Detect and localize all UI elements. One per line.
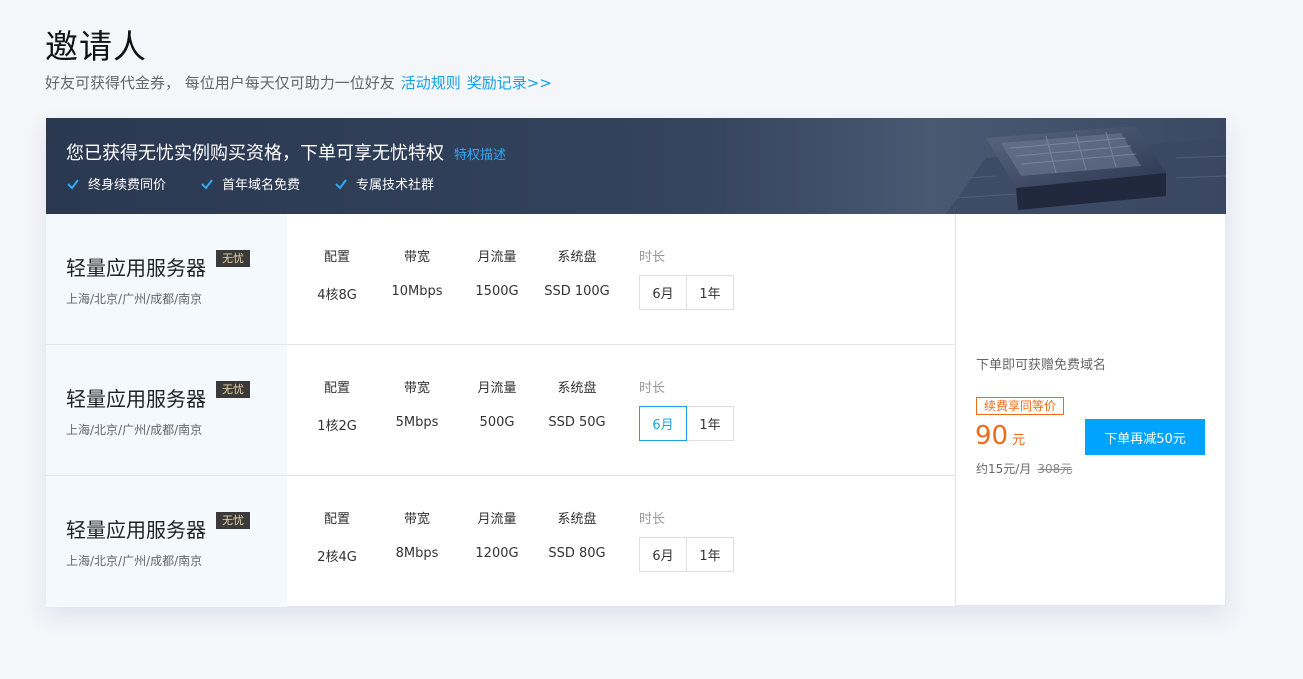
duration-option[interactable]: 1年 bbox=[686, 537, 734, 572]
duration-option[interactable]: 6月 bbox=[639, 537, 687, 572]
spec-label-config: 配置 bbox=[323, 250, 350, 265]
order-summary: 下单即可获赠免费域名 续费享同等价 90 元 约15元/月 308元 下单再减50元 bbox=[955, 214, 1226, 606]
spec-label-config: 配置 bbox=[323, 381, 350, 396]
product-info: 轻量应用服务器 无忧 上海/北京/广州/成都/南京 bbox=[46, 345, 287, 475]
duration-option[interactable]: 1年 bbox=[686, 275, 734, 310]
product-badge: 无忧 bbox=[216, 512, 250, 529]
privilege-desc-link[interactable]: 特权描述 bbox=[454, 148, 506, 163]
spec-value-traffic: 1500G bbox=[475, 284, 519, 299]
duration-label: 时长 bbox=[639, 250, 666, 265]
product-row[interactable]: 轻量应用服务器 无忧 上海/北京/广州/成都/南京 配置 4核8G 带宽 10M… bbox=[46, 214, 956, 345]
subtitle-text: 好友可获得代金券， 每位用户每天仅可助力一位好友 bbox=[45, 74, 395, 92]
spec-value-config: 2核4G bbox=[317, 550, 357, 565]
product-row[interactable]: 轻量应用服务器 无忧 上海/北京/广州/成都/南京 配置 1核2G 带宽 5Mb… bbox=[46, 345, 956, 476]
monthly-price: 约15元/月 308元 bbox=[976, 460, 1072, 477]
price: 90 元 bbox=[975, 421, 1025, 451]
server-chip-illustration bbox=[946, 126, 1226, 214]
buy-button[interactable]: 下单再减50元 bbox=[1085, 419, 1205, 455]
product-badge: 无忧 bbox=[216, 381, 250, 398]
spec-value-config: 1核2G bbox=[317, 419, 357, 434]
spec-value-bandwidth: 8Mbps bbox=[395, 546, 439, 561]
product-info: 轻量应用服务器 无忧 上海/北京/广州/成都/南京 bbox=[46, 214, 287, 344]
perk-label: 首年域名免费 bbox=[222, 178, 301, 193]
check-icon bbox=[335, 178, 347, 190]
spec-value-bandwidth: 10Mbps bbox=[391, 284, 443, 299]
product-name: 轻量应用服务器 bbox=[66, 256, 206, 280]
product-row[interactable]: 轻量应用服务器 无忧 上海/北京/广州/成都/南京 配置 2核4G 带宽 8Mb… bbox=[46, 476, 956, 607]
product-regions: 上海/北京/广州/成都/南京 bbox=[66, 423, 203, 437]
product-list: 轻量应用服务器 无忧 上海/北京/广州/成都/南京 配置 4核8G 带宽 10M… bbox=[46, 214, 956, 607]
check-icon bbox=[201, 178, 213, 190]
spec-label-bandwidth: 带宽 bbox=[403, 381, 430, 396]
duration-selector: 6月 1年 bbox=[639, 275, 734, 310]
duration-selector: 6月 1年 bbox=[639, 537, 734, 572]
spec-value-traffic: 1200G bbox=[475, 546, 519, 561]
spec-label-traffic: 月流量 bbox=[477, 250, 517, 265]
spec-label-bandwidth: 带宽 bbox=[403, 512, 430, 527]
banner-title-text: 您已获得无忧实例购买资格，下单可享无忧特权 bbox=[66, 143, 444, 164]
privilege-banner: 您已获得无忧实例购买资格，下单可享无忧特权 特权描述 终身续费同价 首年域名免费 … bbox=[46, 118, 1226, 214]
monthly-price-value: 约15元/月 bbox=[976, 462, 1032, 476]
offer-card: 您已获得无忧实例购买资格，下单可享无忧特权 特权描述 终身续费同价 首年域名免费 … bbox=[46, 118, 1226, 607]
duration-selector: 6月 1年 bbox=[639, 406, 734, 441]
product-badge: 无忧 bbox=[216, 250, 250, 267]
spec-label-disk: 系统盘 bbox=[557, 512, 597, 527]
spec-value-disk: SSD 50G bbox=[548, 415, 606, 430]
perk-label: 专属技术社群 bbox=[356, 178, 435, 193]
product-info: 轻量应用服务器 无忧 上海/北京/广州/成都/南京 bbox=[46, 476, 287, 607]
duration-option-selected[interactable]: 6月 bbox=[639, 406, 687, 441]
perk-list: 终身续费同价 首年域名免费 专属技术社群 bbox=[66, 174, 468, 193]
original-price: 308元 bbox=[1037, 462, 1073, 476]
duration-label: 时长 bbox=[639, 512, 666, 527]
free-domain-note: 下单即可获赠免费域名 bbox=[976, 358, 1107, 373]
duration-option[interactable]: 1年 bbox=[686, 406, 734, 441]
spec-value-config: 4核8G bbox=[317, 288, 357, 303]
product-regions: 上海/北京/广州/成都/南京 bbox=[66, 554, 203, 568]
duration-label: 时长 bbox=[639, 381, 666, 396]
price-unit: 元 bbox=[1012, 433, 1026, 448]
spec-value-disk: SSD 100G bbox=[544, 284, 610, 299]
renewal-tag: 续费享同等价 bbox=[976, 397, 1065, 415]
perk-item: 专属技术社群 bbox=[334, 174, 434, 193]
product-regions: 上海/北京/广州/成都/南京 bbox=[66, 292, 203, 306]
spec-value-traffic: 500G bbox=[479, 415, 515, 430]
price-value: 90 bbox=[975, 421, 1009, 451]
product-name: 轻量应用服务器 bbox=[66, 518, 206, 542]
spec-label-traffic: 月流量 bbox=[477, 381, 517, 396]
spec-label-disk: 系统盘 bbox=[557, 250, 597, 265]
spec-label-disk: 系统盘 bbox=[557, 381, 597, 396]
duration-option[interactable]: 6月 bbox=[639, 275, 687, 310]
banner-title: 您已获得无忧实例购买资格，下单可享无忧特权 特权描述 bbox=[66, 139, 506, 165]
page-title: 邀请人 bbox=[45, 27, 147, 66]
records-link[interactable]: 奖励记录>> bbox=[467, 74, 552, 92]
spec-label-traffic: 月流量 bbox=[477, 512, 517, 527]
check-icon bbox=[67, 178, 79, 190]
spec-label-config: 配置 bbox=[323, 512, 350, 527]
perk-item: 首年域名免费 bbox=[200, 174, 300, 193]
spec-label-bandwidth: 带宽 bbox=[403, 250, 430, 265]
product-name: 轻量应用服务器 bbox=[66, 387, 206, 411]
rules-link[interactable]: 活动规则 bbox=[401, 74, 461, 92]
page-subtitle: 好友可获得代金券， 每位用户每天仅可助力一位好友 活动规则 奖励记录>> bbox=[45, 72, 552, 93]
spec-value-bandwidth: 5Mbps bbox=[395, 415, 439, 430]
spec-value-disk: SSD 80G bbox=[548, 546, 606, 561]
perk-label: 终身续费同价 bbox=[88, 178, 167, 193]
perk-item: 终身续费同价 bbox=[66, 174, 166, 193]
